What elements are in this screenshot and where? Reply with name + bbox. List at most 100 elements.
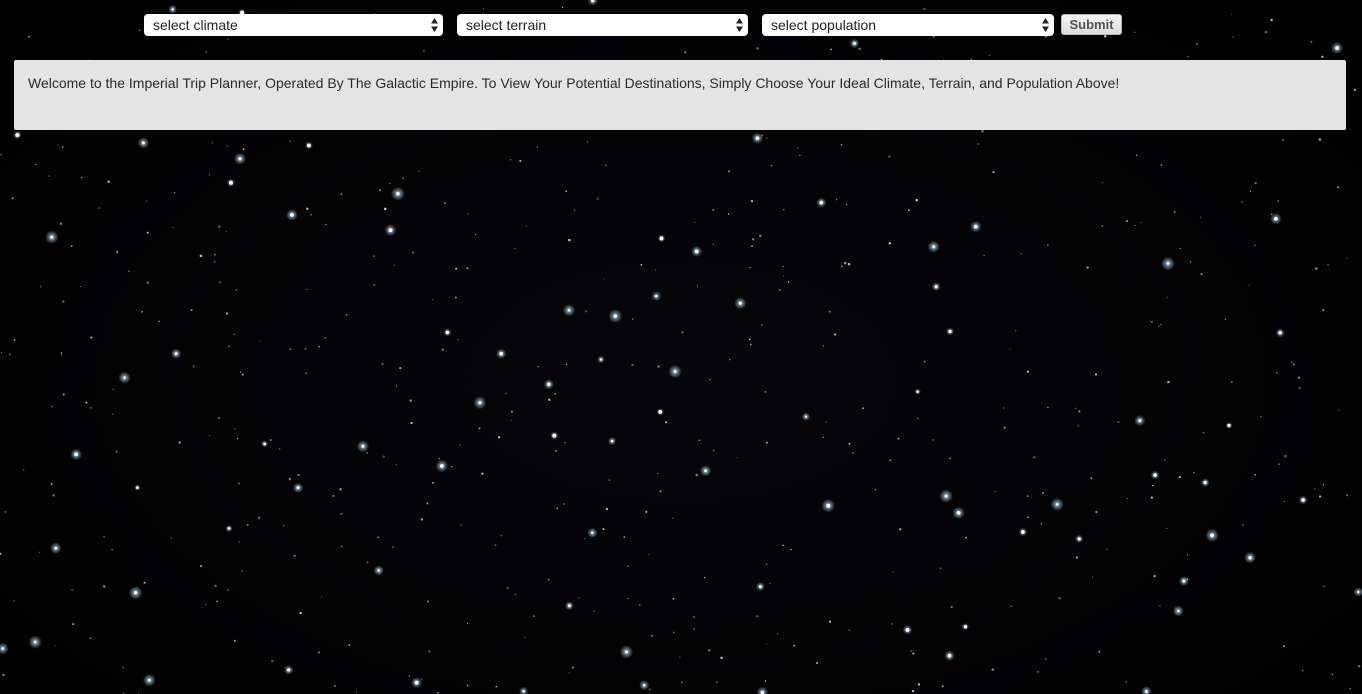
star: [994, 490, 996, 493]
star: [1321, 55, 1324, 59]
star: [459, 444, 461, 446]
star: [888, 155, 891, 159]
star: [219, 281, 221, 284]
star: [602, 528, 605, 531]
star: [426, 502, 429, 505]
star: [54, 645, 56, 647]
star: [889, 459, 892, 462]
star: [1199, 216, 1202, 219]
star: [1166, 528, 1168, 530]
bright-star: [439, 464, 444, 468]
star: [1033, 456, 1036, 459]
star: [537, 366, 539, 368]
bright-star: [826, 503, 831, 508]
star: [673, 631, 675, 634]
star: [645, 510, 648, 514]
star: [1158, 325, 1160, 327]
star: [214, 584, 217, 588]
star: [242, 148, 245, 151]
star: [50, 482, 53, 485]
star: [466, 684, 469, 687]
star: [112, 388, 114, 390]
star: [777, 633, 779, 635]
climate-select[interactable]: select climate: [144, 14, 443, 36]
bright-star: [478, 401, 482, 405]
star: [1153, 574, 1156, 578]
star: [799, 154, 801, 157]
bright-star: [445, 330, 450, 335]
welcome-message: Welcome to the Imperial Trip Planner, Op…: [28, 75, 1120, 91]
star: [282, 524, 285, 527]
star: [70, 245, 73, 247]
star: [39, 286, 42, 288]
star: [604, 164, 607, 167]
bright-star: [287, 668, 291, 672]
bright-star: [1153, 473, 1157, 477]
star: [1249, 190, 1252, 193]
bright-star: [804, 415, 808, 418]
star: [1027, 516, 1029, 518]
star: [716, 681, 718, 683]
star: [1193, 472, 1195, 474]
star: [756, 47, 759, 50]
population-select[interactable]: select population: [762, 14, 1054, 36]
submit-button[interactable]: Submit: [1061, 14, 1122, 35]
star: [289, 140, 291, 142]
star: [826, 421, 828, 423]
star: [749, 343, 752, 346]
star: [627, 565, 630, 568]
bright-star: [289, 212, 294, 217]
star: [965, 536, 967, 539]
star: [1149, 320, 1151, 322]
star: [246, 523, 249, 526]
star: [143, 581, 146, 584]
bright-star: [34, 640, 37, 644]
star: [640, 263, 643, 266]
star: [1140, 222, 1142, 224]
star: [122, 667, 124, 669]
bright-star: [567, 604, 571, 608]
bright-star: [414, 680, 419, 685]
star: [1202, 431, 1205, 434]
bright-star: [704, 469, 708, 473]
star: [428, 650, 431, 653]
bright-star: [1166, 262, 1170, 265]
bright-star: [947, 653, 952, 658]
star: [679, 656, 681, 659]
star: [514, 593, 516, 596]
star: [497, 436, 501, 439]
star: [907, 209, 910, 212]
star: [992, 171, 995, 174]
star: [116, 250, 119, 254]
star: [510, 410, 513, 413]
star: [225, 230, 228, 232]
star: [482, 7, 485, 10]
bright-star: [15, 133, 20, 137]
star: [306, 207, 309, 210]
star: [1298, 386, 1301, 390]
star: [768, 582, 771, 585]
bright-star: [74, 452, 78, 457]
star: [1323, 585, 1325, 588]
select-arrows-icon: [431, 18, 438, 32]
star: [561, 6, 564, 9]
star: [481, 472, 484, 475]
star: [950, 605, 953, 609]
bright-star: [552, 433, 557, 438]
star: [392, 546, 394, 548]
star: [949, 457, 951, 460]
star: [218, 417, 220, 419]
star: [355, 690, 358, 693]
star: [271, 659, 274, 663]
star: [444, 202, 446, 204]
star: [239, 371, 242, 373]
star: [764, 680, 767, 682]
star: [1322, 484, 1324, 486]
star: [1196, 43, 1198, 45]
star: [694, 221, 696, 223]
terrain-select[interactable]: select terrain: [457, 14, 748, 36]
star: [50, 405, 54, 408]
star: [659, 490, 662, 493]
star: [510, 419, 512, 421]
select-arrows-icon: [1042, 18, 1049, 32]
